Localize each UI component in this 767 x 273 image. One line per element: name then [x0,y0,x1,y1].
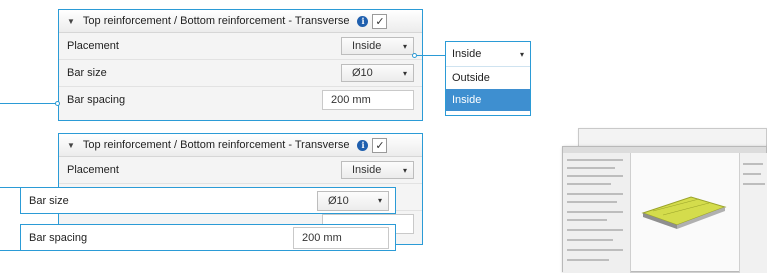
placement-value: Inside [352,40,382,52]
thumbnail-right-panel [739,153,767,273]
bar-size-value: Ø10 [352,67,373,79]
bar-spacing-callout-label: Bar spacing [29,231,88,244]
thumbnail-main-window [562,146,767,273]
collapse-icon[interactable]: ▼ [67,17,75,26]
chevron-down-icon: ▾ [402,165,407,175]
chevron-down-icon: ▾ [519,49,524,59]
panel-title: Top reinforcement / Bottom reinforcement… [82,15,350,27]
info-icon[interactable]: i [357,15,369,27]
placement-dropdown: Inside ▾ Outside Inside [445,41,531,116]
bar-size-callout-combo[interactable]: Ø10 ▾ [317,190,389,211]
placement-row: Placement Inside ▾ [59,157,422,184]
bar-size-combo[interactable]: Ø10 ▾ [341,64,414,82]
bar-size-callout-value: Ø10 [328,194,349,207]
bar-spacing-callout: Bar spacing 200 mm [20,224,396,251]
connector-dot [55,101,60,106]
placement-row: Placement Inside ▾ [59,33,422,60]
placement-value: Inside [352,164,382,176]
bar-spacing-label: Bar spacing [67,94,126,106]
application-thumbnail [558,128,767,273]
bar-size-callout-label: Bar size [29,194,69,207]
placement-label: Placement [67,40,119,52]
chevron-down-icon: ▾ [377,196,382,205]
connector-line [0,250,20,251]
placement-combo[interactable]: Inside ▾ [341,37,414,55]
info-icon[interactable]: i [357,139,369,151]
panel-header[interactable]: ▼ Top reinforcement / Bottom reinforceme… [59,10,422,33]
dropdown-selected[interactable]: Inside ▾ [446,42,530,67]
connector-line [0,103,58,104]
bar-spacing-row: Bar spacing 200 mm [59,87,422,113]
panel-title: Top reinforcement / Bottom reinforcement… [82,139,350,151]
thumbnail-sidebar [563,153,631,273]
connector-line [417,55,445,56]
placement-label: Placement [67,164,119,176]
bar-size-callout: Bar size Ø10 ▾ [20,187,396,214]
enable-checkbox[interactable]: ✓ [372,13,388,29]
dropdown-option-inside[interactable]: Inside [446,89,530,111]
bar-spacing-callout-input[interactable]: 200 mm [293,226,389,249]
enable-checkbox[interactable]: ✓ [372,137,388,153]
top-reinforcement-panel: ▼ Top reinforcement / Bottom reinforceme… [58,9,423,121]
bar-size-label: Bar size [67,67,107,79]
collapse-icon[interactable]: ▼ [67,141,75,150]
panel-header[interactable]: ▼ Top reinforcement / Bottom reinforceme… [59,134,422,157]
chevron-down-icon: ▾ [402,41,407,51]
chevron-down-icon: ▾ [402,68,407,78]
dropdown-selected-value: Inside [452,48,482,60]
bar-spacing-input[interactable]: 200 mm [322,90,414,110]
thumbnail-slab-model [641,196,727,229]
connector-line [0,187,20,188]
bar-size-row: Bar size Ø10 ▾ [59,60,422,87]
dropdown-option-outside[interactable]: Outside [446,67,530,89]
placement-combo[interactable]: Inside ▾ [341,161,414,179]
